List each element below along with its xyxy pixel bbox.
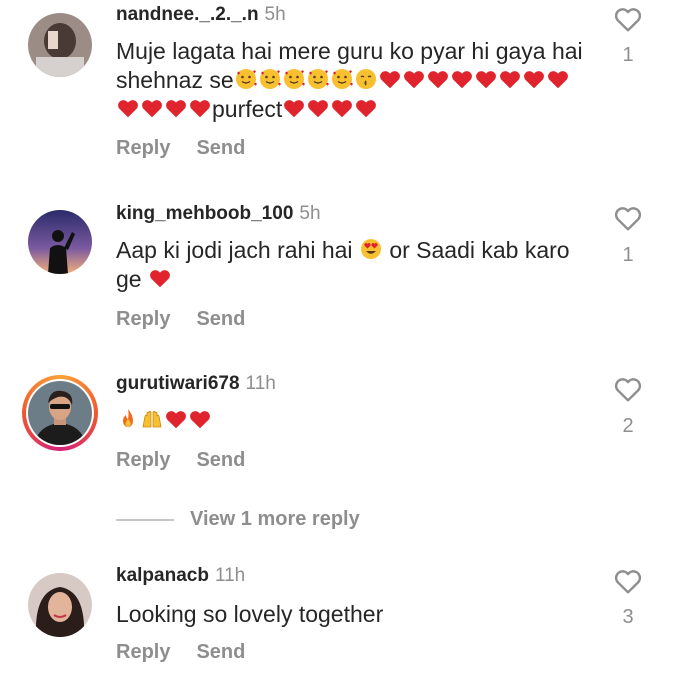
red-heart-icon — [164, 96, 188, 120]
timestamp: 11h — [214, 565, 246, 586]
avatar[interactable] — [28, 210, 92, 274]
red-heart-icon — [474, 67, 498, 91]
emoji-group — [116, 407, 212, 433]
red-heart-icon — [450, 67, 474, 91]
red-heart-icon — [354, 96, 378, 120]
view-more-replies-button[interactable]: View 1 more reply — [116, 508, 360, 531]
reply-button[interactable]: Reply — [116, 641, 170, 663]
like-heart-icon[interactable] — [612, 202, 644, 234]
avatar[interactable] — [28, 573, 92, 637]
timestamp: 5h — [264, 4, 286, 25]
comment-text: Muje lagata hai mere guru ko pyar hi gay… — [116, 37, 586, 124]
user-photo-icon — [28, 381, 92, 445]
red-heart-icon — [140, 96, 164, 120]
red-heart-icon — [188, 407, 212, 431]
reply-button[interactable]: Reply — [116, 449, 170, 471]
comment-text — [116, 406, 586, 435]
divider-line — [116, 518, 174, 521]
user-photo-icon — [28, 210, 92, 274]
comment-text-part: purfect — [212, 96, 283, 122]
red-heart-icon — [116, 96, 140, 120]
comment-header: nandnee._.2._.n 5h — [116, 3, 286, 27]
user-photo-icon — [28, 13, 92, 77]
reply-button[interactable]: Reply — [116, 308, 170, 330]
red-heart-icon — [148, 266, 172, 290]
smiling-hearts-face-icon — [234, 67, 258, 91]
emoji-group — [359, 237, 383, 263]
comment-actions: Reply Send — [116, 641, 271, 664]
avatar[interactable] — [28, 13, 92, 77]
send-button[interactable]: Send — [196, 641, 245, 663]
smiling-hearts-face-icon — [258, 67, 282, 91]
username[interactable]: kalpanacb — [116, 565, 209, 586]
comment-header: king_mehboob_100 5h — [116, 202, 321, 226]
like-heart-icon[interactable] — [612, 565, 644, 597]
username[interactable]: nandnee._.2._.n — [116, 4, 259, 25]
send-button[interactable]: Send — [196, 449, 245, 471]
comment-text-part: Aap ki jodi jach rahi hai — [116, 237, 353, 263]
view-more-label: View 1 more reply — [190, 508, 360, 530]
comment-text: Looking so lovely together — [116, 600, 586, 629]
smiling-hearts-face-icon — [330, 67, 354, 91]
comment-actions: Reply Send — [116, 308, 271, 331]
red-heart-icon — [164, 407, 188, 431]
send-button[interactable]: Send — [196, 137, 245, 159]
red-heart-icon — [378, 67, 402, 91]
raising-hands-icon — [140, 407, 164, 431]
red-heart-icon — [402, 67, 426, 91]
red-heart-icon — [426, 67, 450, 91]
timestamp: 11h — [245, 373, 276, 394]
red-heart-icon — [282, 96, 306, 120]
story-ring[interactable] — [22, 375, 98, 451]
comment-header: kalpanacb 11h — [116, 564, 245, 588]
comment-text-part: Looking so lovely together — [116, 601, 384, 627]
red-heart-icon — [306, 96, 330, 120]
comment-actions: Reply Send — [116, 449, 271, 472]
like-count: 3 — [622, 606, 634, 628]
smiling-hearts-face-icon — [282, 67, 306, 91]
username[interactable]: king_mehboob_100 — [116, 203, 293, 224]
reply-button[interactable]: Reply — [116, 137, 170, 159]
comment-text: Aap ki jodi jach rahi hai or Saadi kab k… — [116, 236, 586, 294]
red-heart-icon — [498, 67, 522, 91]
emoji-group — [148, 266, 172, 292]
user-photo-icon — [28, 573, 92, 637]
like-heart-icon[interactable] — [612, 373, 644, 405]
emoji-group — [282, 96, 378, 122]
heart-eyes-face-icon — [359, 237, 383, 261]
fire-icon — [116, 407, 140, 431]
like-count: 1 — [622, 44, 634, 66]
avatar — [28, 381, 92, 445]
username[interactable]: gurutiwari678 — [116, 373, 240, 394]
smiling-hearts-face-icon — [306, 67, 330, 91]
like-heart-icon[interactable] — [612, 3, 644, 35]
like-count: 1 — [622, 244, 634, 266]
comment-actions: Reply Send — [116, 137, 271, 160]
red-heart-icon — [188, 96, 212, 120]
comment-header: gurutiwari678 11h — [116, 372, 276, 396]
timestamp: 5h — [299, 203, 321, 224]
red-heart-icon — [546, 67, 570, 91]
red-heart-icon — [330, 96, 354, 120]
like-count: 2 — [622, 415, 634, 437]
send-button[interactable]: Send — [196, 308, 245, 330]
kissing-face-icon — [354, 67, 378, 91]
red-heart-icon — [522, 67, 546, 91]
